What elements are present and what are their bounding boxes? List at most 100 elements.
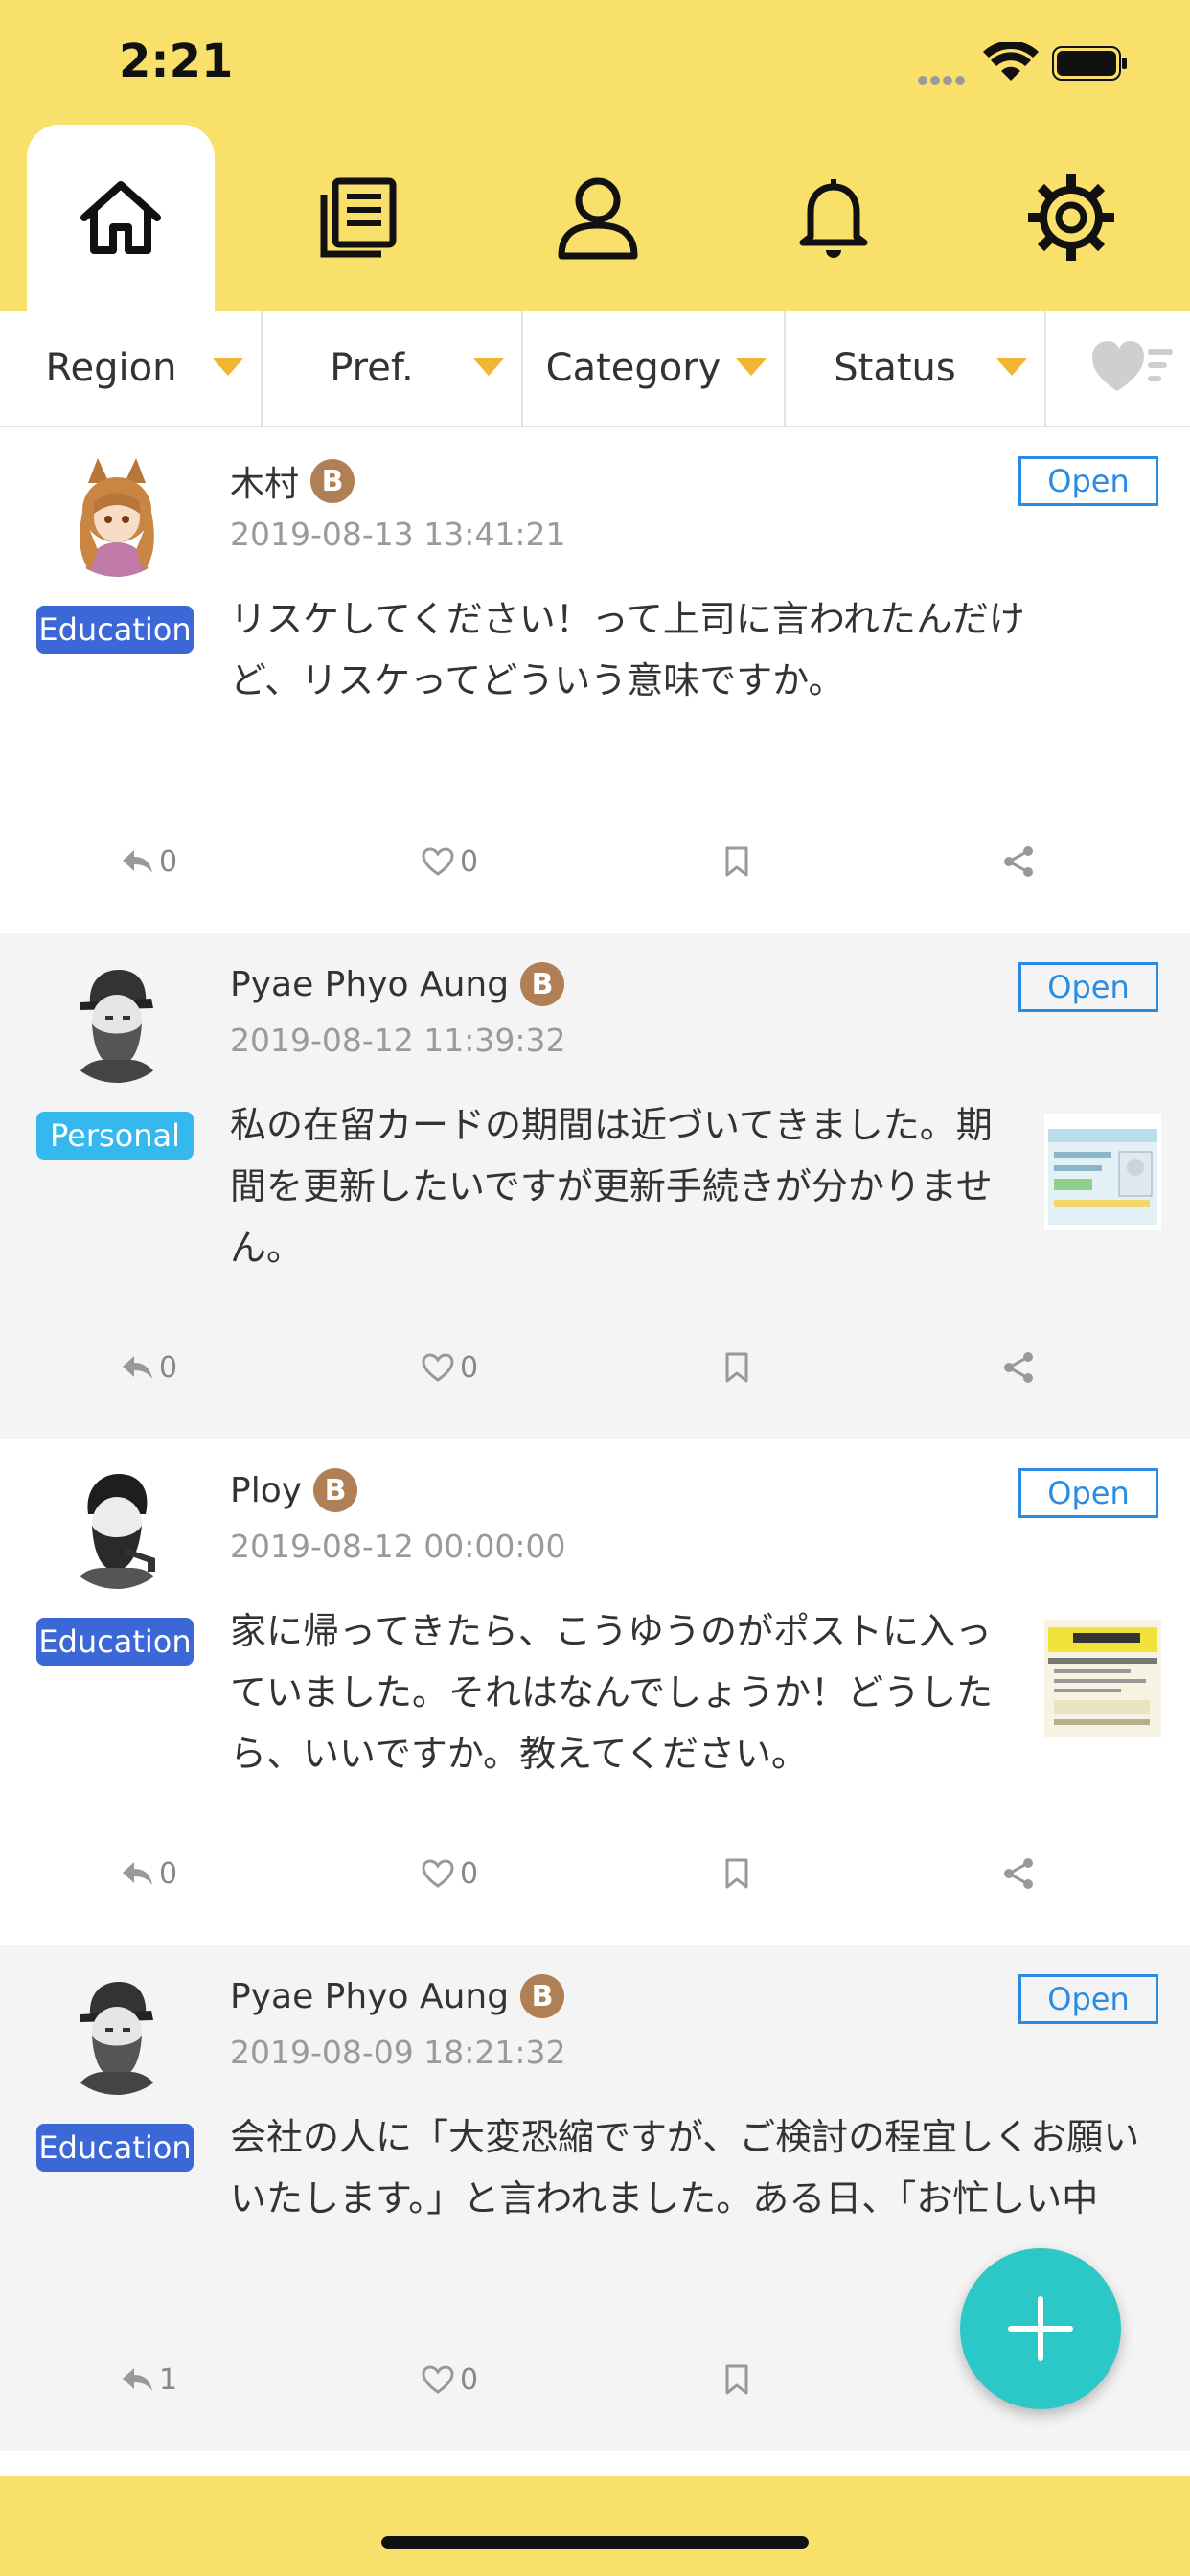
status-open-button[interactable]: Open: [1018, 1468, 1158, 1518]
tab-notifications[interactable]: [740, 125, 927, 310]
post-text[interactable]: 家に帰ってきたら、こうゆうのがポストに入っていました。それはなんでしょうか！どう…: [230, 1600, 1025, 1784]
like-count: 0: [460, 1856, 479, 1891]
author-row: Ploy B: [230, 1468, 358, 1512]
avatar[interactable]: [56, 454, 178, 577]
dropdown-caret-icon: [996, 358, 1027, 376]
category-badge: Education: [36, 2124, 194, 2172]
bell-icon: [799, 179, 868, 258]
rank-badge: B: [310, 459, 355, 503]
category-badge: Personal: [36, 1112, 194, 1160]
bookmark-icon: [725, 2364, 748, 2395]
filter-label: Category: [545, 346, 721, 390]
share-icon: [1004, 1858, 1033, 1889]
author-name[interactable]: Pyae Phyo Aung: [230, 965, 509, 1004]
rank-badge: B: [520, 962, 565, 1006]
post-card[interactable]: Education 木村 B 2019-08-13 13:41:21 Open …: [0, 427, 1190, 933]
bookmark-button[interactable]: [724, 1840, 755, 1907]
avatar[interactable]: [56, 1466, 178, 1589]
reply-icon: [123, 1862, 152, 1885]
reply-count: 0: [159, 1856, 178, 1891]
share-icon: [1004, 846, 1033, 877]
heart-icon: [422, 847, 454, 876]
author-name[interactable]: Pyae Phyo Aung: [230, 1977, 509, 2016]
person-icon: [558, 177, 638, 260]
share-button[interactable]: [1002, 1840, 1041, 1907]
post-actions: 0 0: [0, 828, 1190, 895]
home-indicator[interactable]: [381, 2536, 809, 2549]
like-button[interactable]: 0: [422, 1334, 478, 1401]
cellular-signal-icon: [918, 71, 975, 85]
bookmark-button[interactable]: [724, 1334, 755, 1401]
like-button[interactable]: 0: [422, 1840, 478, 1907]
filter-label: Region: [45, 346, 177, 390]
heart-icon: [422, 2365, 454, 2394]
reply-button[interactable]: 0: [123, 1840, 177, 1907]
filter-label: Pref.: [330, 346, 414, 390]
heart-icon: [422, 1859, 454, 1888]
status-time: 2:21: [119, 34, 234, 88]
bookmark-button[interactable]: [724, 2346, 755, 2413]
author-row: Pyae Phyo Aung B: [230, 1974, 565, 2018]
favorite-filter-icon[interactable]: [1092, 335, 1173, 399]
post-text[interactable]: リスケしてください！って上司に言われたんだけど、リスケってどういう意味ですか。: [230, 588, 1025, 711]
status-bar: 2:21: [0, 0, 1190, 125]
reply-button[interactable]: 1: [123, 2346, 177, 2413]
tab-home[interactable]: [27, 125, 215, 310]
home-icon: [80, 181, 161, 254]
reply-count: 0: [159, 844, 178, 879]
rank-badge: B: [313, 1468, 358, 1512]
bookmark-icon: [725, 1858, 748, 1889]
filter-label: Status: [834, 346, 956, 390]
share-button[interactable]: [1002, 1334, 1041, 1401]
reply-button[interactable]: 0: [123, 828, 177, 895]
post-text[interactable]: 会社の人に「大変恐縮ですが、ご検討の程宜しくお願いいたします。」と言われました。…: [230, 2106, 1150, 2229]
new-post-button[interactable]: [960, 2248, 1121, 2409]
post-card[interactable]: Education Ploy B 2019-08-12 00:00:00 Ope…: [0, 1439, 1190, 1945]
like-button[interactable]: 0: [422, 828, 478, 895]
post-text[interactable]: 私の在留カードの期間は近づいてきました。期間を更新したいですが更新手続きが分かり…: [230, 1094, 1025, 1278]
attachment-thumbnail[interactable]: [1044, 1114, 1161, 1230]
bookmark-icon: [725, 1352, 748, 1383]
like-count: 0: [460, 2362, 479, 2397]
post-date: 2019-08-13 13:41:21: [230, 516, 566, 553]
post-date: 2019-08-12 00:00:00: [230, 1528, 566, 1565]
post-actions: 0 0: [0, 1334, 1190, 1401]
status-open-button[interactable]: Open: [1018, 456, 1158, 506]
like-count: 0: [460, 1350, 479, 1385]
battery-icon: [1052, 46, 1127, 80]
dropdown-caret-icon: [736, 358, 767, 376]
tab-settings[interactable]: [977, 125, 1165, 310]
reply-count: 0: [159, 1350, 178, 1385]
category-badge: Education: [36, 606, 194, 654]
bookmark-icon: [725, 846, 748, 877]
post-card[interactable]: Personal Pyae Phyo Aung B 2019-08-12 11:…: [0, 933, 1190, 1439]
author-name[interactable]: 木村: [230, 456, 299, 506]
filter-pref[interactable]: Pref.: [261, 310, 523, 426]
filter-category[interactable]: Category: [521, 310, 786, 426]
filter-region[interactable]: Region: [0, 310, 263, 426]
status-open-button[interactable]: Open: [1018, 1974, 1158, 2024]
post-actions: 0 0: [0, 1840, 1190, 1907]
filter-status[interactable]: Status: [784, 310, 1046, 426]
reply-button[interactable]: 0: [123, 1334, 177, 1401]
tab-articles[interactable]: [263, 125, 450, 310]
bookmark-button[interactable]: [724, 828, 755, 895]
gear-icon: [1028, 174, 1114, 261]
wifi-icon: [983, 42, 1039, 80]
main-tab-bar: [0, 125, 1190, 310]
news-icon: [320, 177, 397, 258]
heart-icon: [422, 1353, 454, 1382]
attachment-thumbnail[interactable]: [1044, 1620, 1161, 1736]
dropdown-caret-icon: [473, 358, 504, 376]
filter-bar: Region Pref. Category Status: [0, 310, 1190, 427]
share-button[interactable]: [1002, 828, 1041, 895]
tab-profile[interactable]: [504, 125, 692, 310]
avatar[interactable]: [56, 1972, 178, 2095]
avatar[interactable]: [56, 960, 178, 1083]
like-count: 0: [460, 844, 479, 879]
status-open-button[interactable]: Open: [1018, 962, 1158, 1012]
like-button[interactable]: 0: [422, 2346, 478, 2413]
author-name[interactable]: Ploy: [230, 1471, 302, 1510]
post-date: 2019-08-12 11:39:32: [230, 1022, 566, 1059]
bottom-bar: [0, 2476, 1190, 2576]
